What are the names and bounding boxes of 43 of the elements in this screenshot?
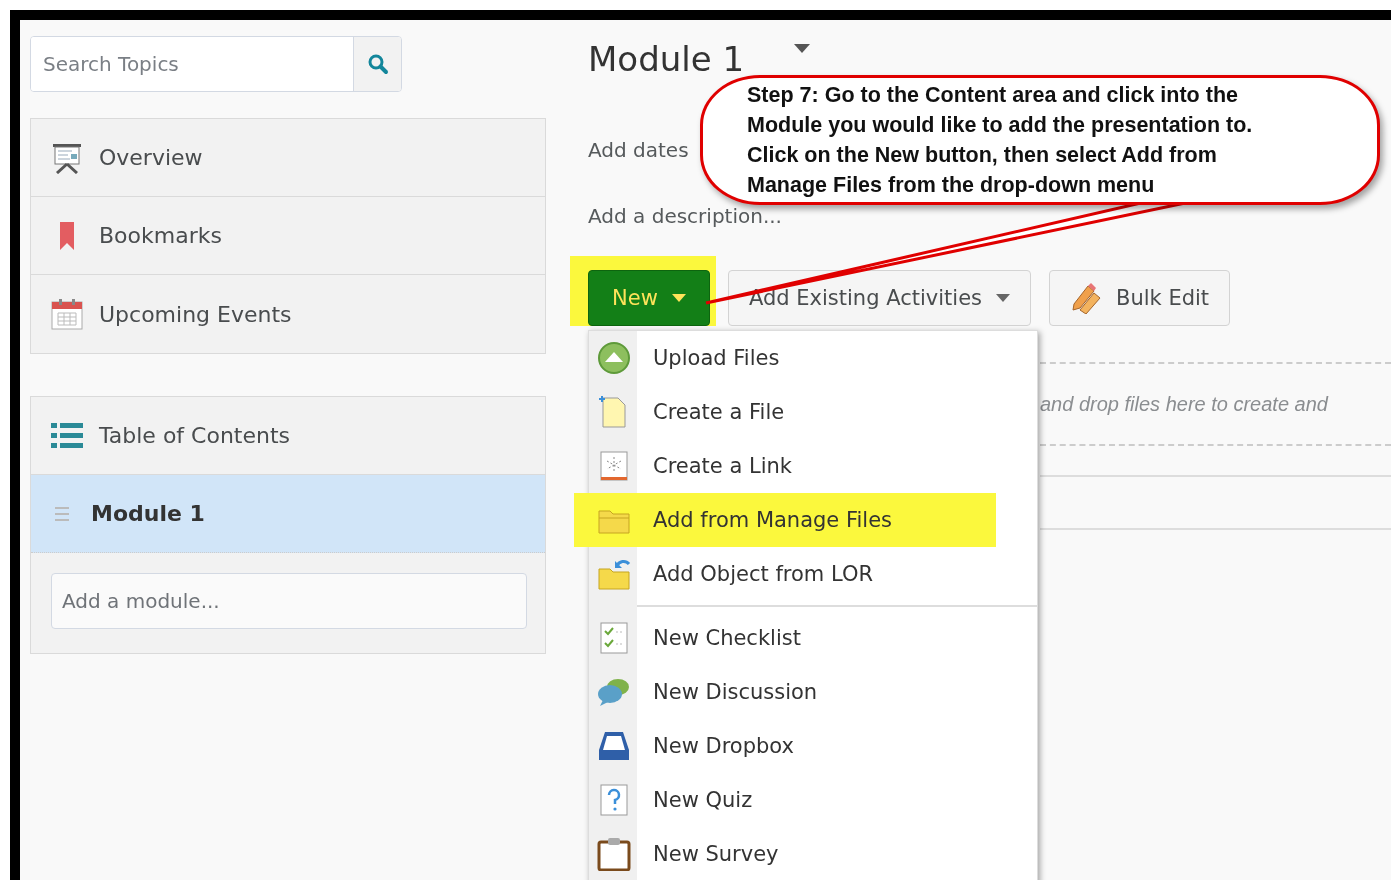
menu-item[interactable]: New Discussion bbox=[589, 665, 1037, 719]
menu-item[interactable]: New Checklist bbox=[589, 611, 1037, 665]
drag-handle-icon[interactable] bbox=[55, 505, 69, 522]
list-icon bbox=[51, 422, 83, 449]
menu-item[interactable]: Create a Link bbox=[589, 439, 1037, 493]
toc-title: Table of Contents bbox=[99, 423, 291, 448]
add-dates-link[interactable]: Add dates bbox=[588, 135, 689, 165]
folder-arrow-icon bbox=[597, 557, 631, 591]
menu-item[interactable]: Create a File bbox=[589, 385, 1037, 439]
menu-item[interactable]: Add from Manage Files bbox=[574, 493, 996, 547]
menu-item[interactable]: New Quiz bbox=[589, 773, 1037, 827]
nav-item[interactable]: Upcoming Events bbox=[31, 275, 545, 353]
menu-item[interactable]: Add Object from LOR bbox=[589, 547, 1037, 601]
nav-label: Overview bbox=[99, 145, 203, 170]
caret-icon bbox=[996, 293, 1010, 303]
presentation-board-icon bbox=[51, 141, 83, 174]
menu-item[interactable]: Upload Files bbox=[589, 331, 1037, 385]
add-module-field[interactable]: Add a module... bbox=[51, 573, 527, 629]
callout-text: Step 7: Go to the Content area and click into the Module you would like to add the presentation to. Click on the New button, then select Add from Manage Files from the drop-down menu bbox=[747, 82, 1254, 199]
caret-icon[interactable] bbox=[794, 44, 811, 54]
module-title: Module 1 bbox=[588, 38, 745, 81]
menu-item[interactable]: New Dropbox bbox=[589, 719, 1037, 773]
search-field[interactable]: Search Topics bbox=[30, 36, 402, 92]
new-button[interactable]: New bbox=[588, 270, 710, 326]
tray-icon bbox=[597, 729, 631, 763]
nav-item[interactable]: Overview bbox=[31, 119, 545, 197]
checklist-icon bbox=[597, 621, 631, 655]
module-item[interactable]: Module 1 bbox=[31, 475, 545, 553]
upload-icon bbox=[597, 341, 631, 375]
search-button[interactable] bbox=[353, 37, 401, 91]
pencils-icon bbox=[1070, 282, 1102, 314]
add-description-link[interactable]: Add a description... bbox=[588, 201, 782, 231]
nav-label: Bookmarks bbox=[99, 223, 222, 248]
nav-item[interactable]: Bookmarks bbox=[31, 197, 545, 275]
nav-label: Upcoming Events bbox=[99, 301, 292, 327]
caret-icon bbox=[671, 293, 686, 303]
calendar-icon bbox=[51, 298, 83, 330]
question-mark-icon bbox=[597, 783, 631, 817]
link-icon bbox=[597, 449, 631, 483]
menu-item[interactable]: New Survey bbox=[589, 827, 1037, 880]
drop-zone-hint: and drop files here to create and bbox=[1040, 392, 1328, 416]
bulk-edit-button[interactable]: Bulk Edit bbox=[1049, 270, 1231, 326]
clipboard-icon bbox=[597, 837, 631, 871]
